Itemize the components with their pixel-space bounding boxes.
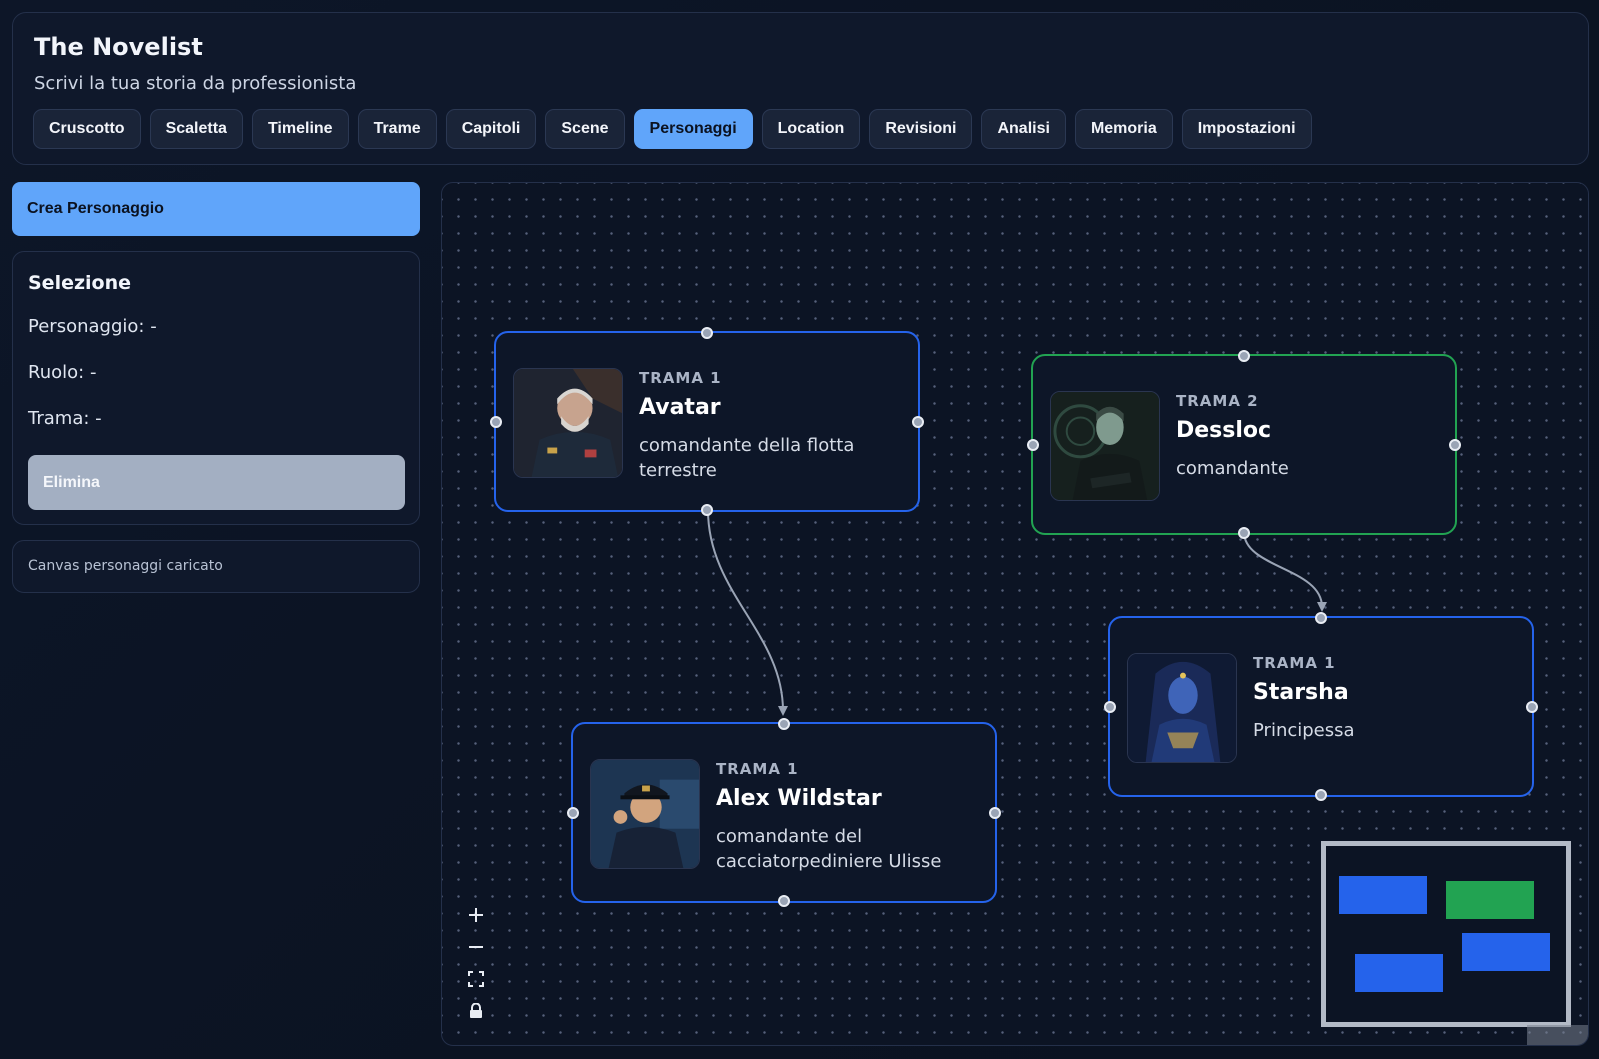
connection-handle-top[interactable]	[778, 718, 790, 730]
minimap-node	[1339, 876, 1427, 914]
tab-scene[interactable]: Scene	[545, 109, 625, 149]
selection-role-label: Ruolo:	[28, 362, 85, 383]
selection-character: Personaggio: -	[28, 316, 157, 337]
connection-handle-left[interactable]	[1027, 438, 1039, 451]
avatar	[513, 368, 623, 478]
selection-plot-value: -	[95, 408, 102, 429]
delete-button[interactable]: Elimina	[28, 455, 405, 510]
connection-handle-left[interactable]	[490, 415, 502, 428]
character-node-dessloc[interactable]: TRAMA 2 Dessloc comandante	[1027, 350, 1461, 539]
connection-handle-left[interactable]	[567, 806, 579, 819]
character-node-alex-wildstar[interactable]: TRAMA 1 Alex Wildstar comandante del cac…	[567, 718, 1001, 907]
minus-icon	[469, 946, 483, 948]
character-node-avatar[interactable]: TRAMA 1 Avatar comandante della flotta t…	[490, 327, 924, 516]
selection-title: Selezione	[28, 272, 132, 294]
tab-memoria[interactable]: Memoria	[1074, 109, 1173, 149]
portrait-alex-wildstar	[591, 760, 699, 868]
selection-plot: Trama: -	[28, 408, 102, 429]
attribution-badge[interactable]	[1527, 1025, 1588, 1045]
character-role: comandante	[1176, 458, 1289, 479]
connection-handle-bottom[interactable]	[778, 895, 790, 907]
connection-handle-bottom[interactable]	[1315, 789, 1327, 801]
minimap-node	[1355, 954, 1443, 992]
fit-view-icon	[468, 971, 484, 987]
connection-handle-left[interactable]	[1104, 700, 1116, 713]
connection-handle-right[interactable]	[912, 415, 924, 428]
canvas-controls	[460, 899, 492, 1027]
character-role: comandante della flotta terrestre	[639, 435, 855, 481]
tab-timeline[interactable]: Timeline	[251, 109, 349, 149]
zoom-in-button[interactable]	[460, 899, 492, 931]
character-role: Principessa	[1253, 720, 1355, 741]
plot-label: TRAMA 1	[716, 760, 799, 778]
selection-plot-label: Trama:	[28, 408, 90, 429]
selection-role: Ruolo: -	[28, 362, 96, 383]
plot-label: TRAMA 1	[639, 369, 722, 387]
tab-trame[interactable]: Trame	[357, 109, 437, 149]
connection-handle-bottom[interactable]	[701, 504, 713, 516]
tab-analisi[interactable]: Analisi	[981, 109, 1066, 149]
main-nav: Cruscotto Scaletta Timeline Trame Capito…	[33, 109, 1312, 149]
status-message: Canvas personaggi caricato	[12, 540, 420, 593]
tab-personaggi[interactable]: Personaggi	[633, 109, 753, 149]
tab-cruscotto[interactable]: Cruscotto	[33, 109, 141, 149]
plot-label: TRAMA 2	[1176, 392, 1259, 410]
character-name: Starsha	[1253, 680, 1349, 705]
selection-character-label: Personaggio:	[28, 316, 145, 337]
character-role: comandante del cacciatorpediniere Ulisse	[716, 826, 942, 872]
tab-impostazioni[interactable]: Impostazioni	[1181, 109, 1312, 149]
character-name: Alex Wildstar	[716, 786, 882, 811]
portrait-starsha	[1128, 654, 1236, 762]
tab-location[interactable]: Location	[761, 109, 861, 149]
edge-avatar-alex	[707, 509, 788, 716]
character-name: Dessloc	[1176, 418, 1272, 443]
fit-view-button[interactable]	[460, 963, 492, 995]
app-title: The Novelist	[34, 33, 203, 61]
avatar	[1050, 391, 1160, 501]
minimap[interactable]	[1321, 841, 1571, 1027]
app-subtitle: Scrivi la tua storia da professionista	[34, 73, 357, 94]
selection-role-value: -	[89, 362, 97, 383]
plot-label: TRAMA 1	[1253, 654, 1336, 672]
connection-handle-top[interactable]	[701, 327, 713, 339]
portrait-dessloc	[1051, 392, 1159, 500]
lock-button[interactable]	[460, 995, 492, 1027]
plus-icon	[469, 908, 483, 922]
edge-dessloc-starsha	[1243, 531, 1327, 612]
connection-handle-right[interactable]	[1449, 438, 1461, 451]
connection-handle-top[interactable]	[1238, 350, 1250, 362]
selection-character-value: -	[150, 316, 157, 337]
tab-capitoli[interactable]: Capitoli	[445, 109, 537, 149]
create-character-button[interactable]: Crea Personaggio	[12, 182, 420, 236]
avatar	[1127, 653, 1237, 763]
avatar	[590, 759, 700, 869]
tab-revisioni[interactable]: Revisioni	[869, 109, 973, 149]
app-header: The Novelist Scrivi la tua storia da pro…	[12, 12, 1589, 165]
minimap-node	[1446, 881, 1534, 919]
connection-handle-top[interactable]	[1315, 612, 1327, 624]
connection-handle-right[interactable]	[989, 806, 1001, 819]
lock-icon	[470, 1003, 482, 1018]
portrait-avatar	[514, 369, 622, 477]
connection-handle-right[interactable]	[1526, 700, 1538, 713]
zoom-out-button[interactable]	[460, 931, 492, 963]
minimap-node	[1462, 933, 1550, 971]
character-canvas[interactable]: TRAMA 1 Avatar comandante della flotta t…	[441, 182, 1589, 1046]
character-node-starsha[interactable]: TRAMA 1 Starsha Principessa	[1104, 612, 1538, 801]
connection-handle-bottom[interactable]	[1238, 527, 1250, 539]
character-name: Avatar	[639, 395, 721, 420]
tab-scaletta[interactable]: Scaletta	[149, 109, 243, 149]
selection-panel: Selezione Personaggio: - Ruolo: - Trama:…	[12, 251, 420, 525]
